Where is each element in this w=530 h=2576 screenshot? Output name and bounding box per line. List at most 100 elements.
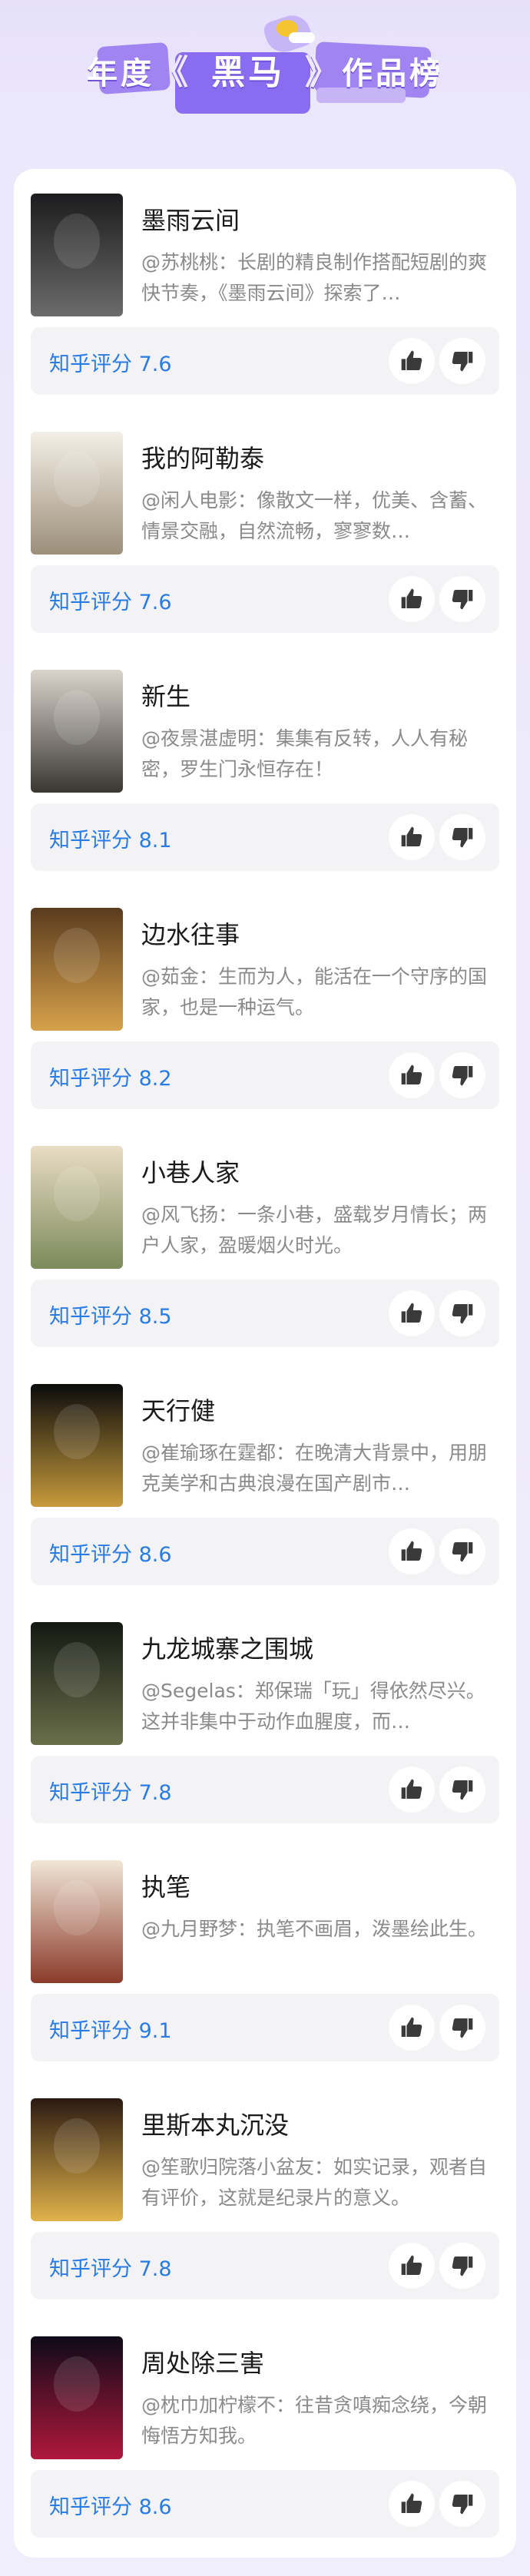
dislike-button[interactable] bbox=[439, 338, 485, 384]
list-item[interactable]: 周处除三害 @枕巾加柠檬不：往昔贪嗔痴念绕，今朝悔悟方知我。知乎评分 8.6 bbox=[31, 2319, 499, 2542]
rating-bar: 知乎评分 8.5 bbox=[31, 1280, 499, 1347]
like-button[interactable] bbox=[389, 2481, 435, 2527]
dislike-button[interactable] bbox=[439, 2243, 485, 2289]
list-item[interactable]: 执笔 @九月野梦：执笔不画眉，泼墨绘此生。 知乎评分 9.1 bbox=[31, 1843, 499, 2066]
item-title[interactable]: 天行健 bbox=[141, 1392, 215, 1427]
item-title[interactable]: 小巷人家 bbox=[141, 1154, 240, 1189]
title-part-left: 年度 bbox=[87, 56, 154, 91]
header-banner: 年度《 黑马 》作品榜 bbox=[0, 0, 530, 138]
item-comment: @笙歌归院落小盆友：如实记录，观者自有评价，这就是纪录片的意义。 bbox=[141, 2156, 488, 2209]
like-button[interactable] bbox=[389, 2243, 435, 2289]
item-title[interactable]: 九龙城寨之围城 bbox=[141, 1630, 313, 1665]
poster-image[interactable] bbox=[31, 908, 123, 1031]
title-bracket-right: 》 bbox=[305, 53, 342, 92]
dislike-button[interactable] bbox=[439, 1766, 485, 1813]
thumb-up-glyph bbox=[401, 1065, 422, 1084]
title-part-mid: 黑马 bbox=[211, 53, 285, 92]
list-item[interactable]: 里斯本丸沉没 @笙歌归院落小盆友：如实记录，观者自有评价，这就是纪录片的意义。 知乎… bbox=[31, 2081, 499, 2304]
dislike-button[interactable] bbox=[439, 1290, 485, 1336]
poster-image[interactable] bbox=[31, 194, 123, 316]
like-button[interactable] bbox=[389, 1528, 435, 1574]
thumb-down-glyph bbox=[452, 1542, 473, 1562]
list-item[interactable]: 天行健 @崔瑜琢在霆都：在晚清大背景中，用朋克美学和古典浪漫在国产剧市… 知乎评分 … bbox=[31, 1367, 499, 1590]
thumb-down-glyph bbox=[452, 352, 473, 372]
list-item[interactable]: 新生 @夜景湛虚明：集集有反转，人人有秘密，罗生门永恒存在！ 知乎评分 8.1 bbox=[31, 653, 499, 876]
like-button[interactable] bbox=[389, 338, 435, 384]
item-title[interactable]: 边水往事 bbox=[141, 916, 240, 951]
dislike-button[interactable] bbox=[439, 576, 485, 622]
thumb-down-glyph bbox=[452, 2018, 473, 2038]
poster-image[interactable] bbox=[31, 1146, 123, 1269]
thumb-down-glyph bbox=[452, 2256, 473, 2276]
list-item[interactable]: 墨雨云间 @苏桃桃：长剧的精良制作搭配短剧的爽快节奏，《墨雨云间》探索了… 知乎评分… bbox=[31, 177, 499, 399]
dislike-button[interactable] bbox=[439, 814, 485, 860]
item-title[interactable]: 执笔 bbox=[141, 1868, 190, 1903]
item-comment: @Segelas：郑保瑞「玩」得依然尽兴。这并非集中于动作血腥度，而… bbox=[141, 1680, 485, 1733]
rating-score: 知乎评分 9.1 bbox=[49, 2019, 172, 2043]
like-button[interactable] bbox=[389, 1052, 435, 1098]
thumb-down-glyph bbox=[452, 1780, 473, 1800]
title-bracket-left: 《 bbox=[154, 53, 191, 92]
dislike-button[interactable] bbox=[439, 1052, 485, 1098]
rating-score: 知乎评分 8.1 bbox=[49, 829, 172, 853]
rating-score: 知乎评分 8.2 bbox=[49, 1067, 172, 1091]
poster-image[interactable] bbox=[31, 432, 123, 555]
title-part-right: 作品榜 bbox=[342, 56, 443, 91]
poster-image[interactable] bbox=[31, 670, 123, 793]
thumb-down-glyph bbox=[452, 1066, 473, 1086]
rating-score: 知乎评分 8.5 bbox=[49, 1305, 172, 1329]
poster-image[interactable] bbox=[31, 2336, 123, 2459]
like-button[interactable] bbox=[389, 814, 435, 860]
rating-bar: 知乎评分 7.6 bbox=[31, 327, 499, 395]
cloud-icon bbox=[289, 32, 315, 43]
thumb-down-glyph bbox=[452, 1304, 473, 1324]
dislike-button[interactable] bbox=[439, 2481, 485, 2527]
poster-image[interactable] bbox=[31, 1384, 123, 1507]
thumb-down-glyph bbox=[452, 828, 473, 848]
poster-image[interactable] bbox=[31, 1860, 123, 1983]
rating-score: 知乎评分 7.8 bbox=[49, 1781, 172, 1805]
list-item[interactable]: 九龙城寨之围城 @Segelas：郑保瑞「玩」得依然尽兴。这并非集中于动作血腥度，… bbox=[31, 1605, 499, 1828]
item-comment: @茹金：生而为人，能活在一个守序的国家，也是一种运气。 bbox=[141, 965, 488, 1018]
rating-score: 知乎评分 7.6 bbox=[49, 591, 172, 614]
thumb-down-glyph bbox=[452, 2495, 473, 2515]
poster-image[interactable] bbox=[31, 2098, 123, 2221]
thumb-up-glyph bbox=[401, 1779, 422, 1799]
poster-image[interactable] bbox=[31, 1622, 123, 1745]
thumb-up-glyph bbox=[401, 2255, 422, 2275]
like-button[interactable] bbox=[389, 1766, 435, 1813]
item-title[interactable]: 我的阿勒泰 bbox=[141, 439, 264, 475]
thumb-up-glyph bbox=[401, 2017, 422, 2037]
rating-bar: 知乎评分 7.8 bbox=[31, 1756, 499, 1823]
list-item[interactable]: 我的阿勒泰 @闲人电影：像散文一样，优美、含蓄、情景交融，自然流畅，寥寥数… 知乎评… bbox=[31, 415, 499, 637]
item-comment: @崔瑜琢在霆都：在晚清大背景中，用朋克美学和古典浪漫在国产剧市… bbox=[141, 1442, 488, 1495]
like-button[interactable] bbox=[389, 2005, 435, 2051]
rating-bar: 知乎评分 8.6 bbox=[31, 2470, 499, 2538]
rating-bar: 知乎评分 8.1 bbox=[31, 803, 499, 871]
rating-bar: 知乎评分 7.6 bbox=[31, 565, 499, 633]
item-comment: @苏桃桃：长剧的精良制作搭配短剧的爽快节奏，《墨雨云间》探索了… bbox=[141, 251, 488, 304]
item-comment: @风飞扬：一条小巷，盛载岁月情长；两户人家，盈暖烟火时光。 bbox=[141, 1204, 488, 1257]
page-title: 年度《 黑马 》作品榜 bbox=[0, 45, 530, 94]
like-button[interactable] bbox=[389, 576, 435, 622]
ranking-list: 墨雨云间 @苏桃桃：长剧的精良制作搭配短剧的爽快节奏，《墨雨云间》探索了… 知乎评分… bbox=[14, 169, 516, 2558]
thumb-up-glyph bbox=[401, 588, 422, 608]
rating-bar: 知乎评分 8.2 bbox=[31, 1041, 499, 1109]
item-title[interactable]: 周处除三害 bbox=[141, 2344, 264, 2379]
rating-bar: 知乎评分 8.6 bbox=[31, 1518, 499, 1585]
item-title[interactable]: 墨雨云间 bbox=[141, 201, 240, 237]
item-comment: @枕巾加柠檬不：往昔贪嗔痴念绕，今朝悔悟方知我。 bbox=[141, 2394, 488, 2447]
dislike-button[interactable] bbox=[439, 2005, 485, 2051]
thumb-up-glyph bbox=[401, 1541, 422, 1561]
thumb-up-glyph bbox=[401, 350, 422, 370]
list-item[interactable]: 边水往事 @茹金：生而为人，能活在一个守序的国家，也是一种运气。知乎评分 8.2 bbox=[31, 891, 499, 1114]
item-title[interactable]: 里斯本丸沉没 bbox=[141, 2106, 289, 2141]
item-title[interactable]: 新生 bbox=[141, 677, 190, 713]
dislike-button[interactable] bbox=[439, 1528, 485, 1574]
item-comment: @闲人电影：像散文一样，优美、含蓄、情景交融，自然流畅，寥寥数… bbox=[141, 489, 488, 542]
list-item[interactable]: 小巷人家 @风飞扬：一条小巷，盛载岁月情长；两户人家，盈暖烟火时光。知乎评分 8.… bbox=[31, 1129, 499, 1352]
thumb-up-glyph bbox=[401, 826, 422, 846]
thumb-up-glyph bbox=[401, 1303, 422, 1323]
page-root: 年度《 黑马 》作品榜 墨雨云间 @苏桃桃：长剧的精良制作搭配短剧的爽快节奏，《墨雨云… bbox=[0, 0, 530, 2576]
like-button[interactable] bbox=[389, 1290, 435, 1336]
